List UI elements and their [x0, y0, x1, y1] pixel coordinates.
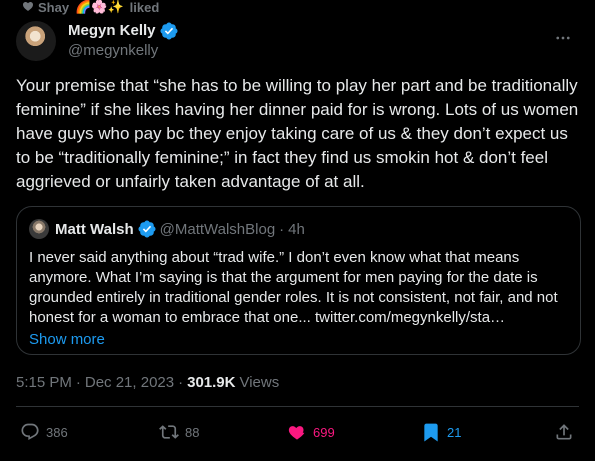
social-context-user[interactable]: Shay	[38, 0, 69, 15]
retweet-count: 88	[185, 424, 200, 440]
tweet-header: Megyn Kelly @megynkelly	[16, 20, 579, 62]
verified-icon	[160, 22, 178, 40]
retweet-button[interactable]: 88	[159, 422, 199, 442]
views-label: Views	[239, 373, 280, 391]
tweet-time[interactable]: 5:15 PM	[16, 374, 72, 391]
quoted-verified-icon	[138, 220, 156, 238]
tweet-text: Your premise that “she has to be willing…	[16, 76, 579, 191]
like-filled-icon	[288, 426, 305, 440]
quoted-author-handle: @MattWalshBlog	[159, 220, 276, 238]
reply-button[interactable]: 386	[20, 422, 68, 442]
social-context-emoji: 🌈🌸✨	[75, 0, 124, 14]
quoted-separator: ·	[279, 220, 285, 238]
bookmark-button[interactable]: 21	[421, 422, 461, 442]
retweet-icon	[159, 425, 179, 439]
avatar[interactable]	[16, 21, 56, 61]
social-context: Shay 🌈🌸✨ liked	[23, 0, 160, 15]
like-count: 699	[313, 424, 335, 440]
share-button[interactable]	[554, 422, 574, 442]
tweet-date[interactable]: Dec 21, 2023	[85, 374, 174, 391]
social-context-action: liked	[129, 0, 160, 15]
quoted-tweet[interactable]: Matt Walsh @MattWalshBlog · 4h I never s…	[16, 206, 581, 355]
quoted-author-name: Matt Walsh	[55, 220, 134, 238]
bookmark-filled-icon	[424, 423, 438, 442]
share-icon	[556, 424, 572, 440]
reply-count: 386	[46, 424, 68, 440]
author-names: Megyn Kelly @megynkelly	[68, 21, 178, 61]
action-bar: 386 88 699 21	[16, 420, 579, 448]
reply-icon	[21, 423, 39, 440]
heart-icon	[22, 0, 34, 12]
quoted-tweet-header: Matt Walsh @MattWalshBlog · 4h	[29, 219, 568, 239]
author-name[interactable]: Megyn Kelly	[68, 21, 156, 41]
bookmark-count: 21	[447, 424, 462, 440]
meta-separator: ·	[75, 373, 81, 391]
author-handle[interactable]: @megynkelly	[68, 41, 178, 61]
meta-separator: ·	[178, 373, 184, 391]
quoted-tweet-text: I never said anything about “trad wife.”…	[29, 249, 558, 326]
author-name-row: Megyn Kelly	[68, 21, 178, 41]
quoted-timestamp: 4h	[288, 220, 305, 238]
quoted-avatar	[29, 219, 49, 239]
views-count: 301.9K	[187, 373, 236, 391]
tweet-meta: 5:15 PM · Dec 21, 2023 · 301.9K Views	[16, 372, 279, 392]
like-button[interactable]: 699	[287, 422, 335, 442]
more-icon[interactable]	[551, 26, 575, 50]
show-more-link[interactable]: Show more	[29, 330, 568, 350]
divider	[16, 406, 579, 407]
